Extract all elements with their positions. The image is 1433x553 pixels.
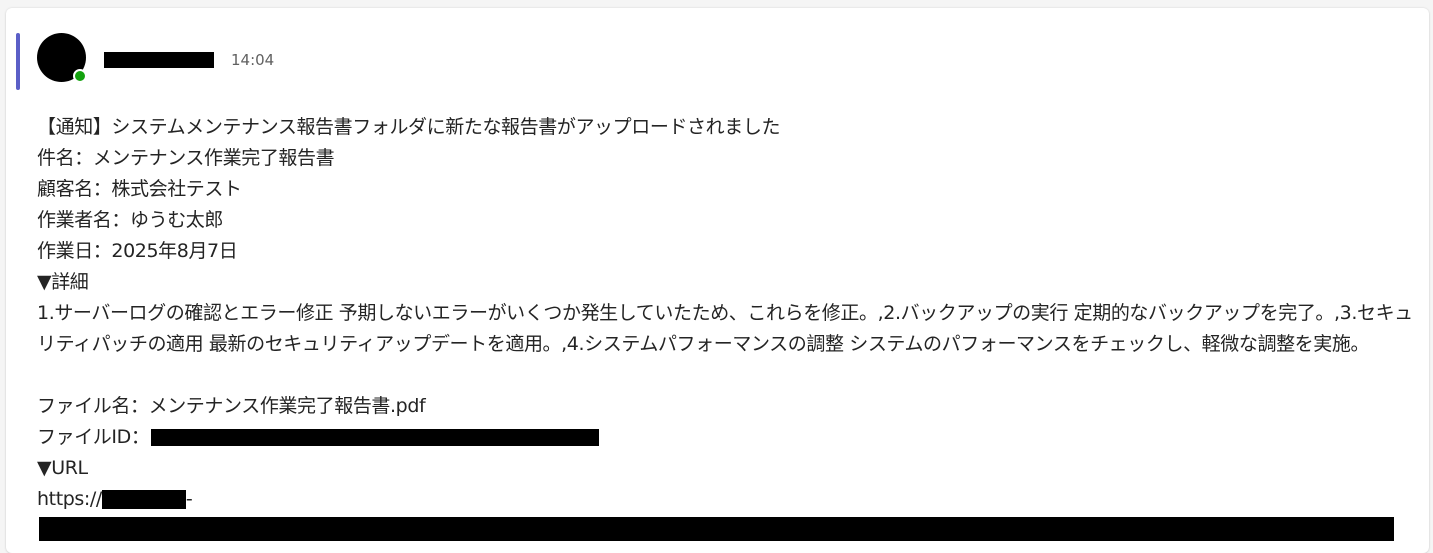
url-line[interactable]: https:// - [37,484,1417,515]
details-heading: ▼詳細 [37,271,89,293]
file-id-label: ファイルID： [37,426,150,448]
message-timestamp: 14:04 [231,51,275,69]
url-suffix[interactable]: - [186,488,193,510]
work-date-line: 作業日：2025年8月7日 [37,240,238,262]
customer-line: 顧客名：株式会社テスト [37,178,242,200]
sender-avatar[interactable] [37,33,89,85]
subject-line: 件名：メンテナンス作業完了報告書 [37,147,335,169]
file-id-line: ファイルID： [37,422,1417,453]
worker-line: 作業者名：ゆうむ太郎 [37,209,224,231]
url-host-redacted[interactable] [101,490,186,509]
message-body: 【通知】システムメンテナンス報告書フォルダに新たな報告書がアップロードされました… [37,112,1417,541]
details-body: 1.サーバーログの確認とエラー修正 予期しないエラーがいくつか発生していたため、… [37,302,1413,355]
url-prefix[interactable]: https:// [37,488,102,510]
url-heading: ▼URL [37,457,88,479]
url-path-redacted[interactable] [39,517,1394,541]
message-accent-bar [16,33,20,90]
notification-title: 【通知】システムメンテナンス報告書フォルダに新たな報告書がアップロードされました [37,116,781,138]
presence-available-icon [73,69,87,83]
message-card[interactable]: 14:04 【通知】システムメンテナンス報告書フォルダに新たな報告書がアップロー… [6,8,1429,553]
file-name-line: ファイル名：メンテナンス作業完了報告書.pdf [37,395,426,417]
file-id-redacted [151,429,600,446]
sender-name-redacted[interactable] [104,52,214,68]
